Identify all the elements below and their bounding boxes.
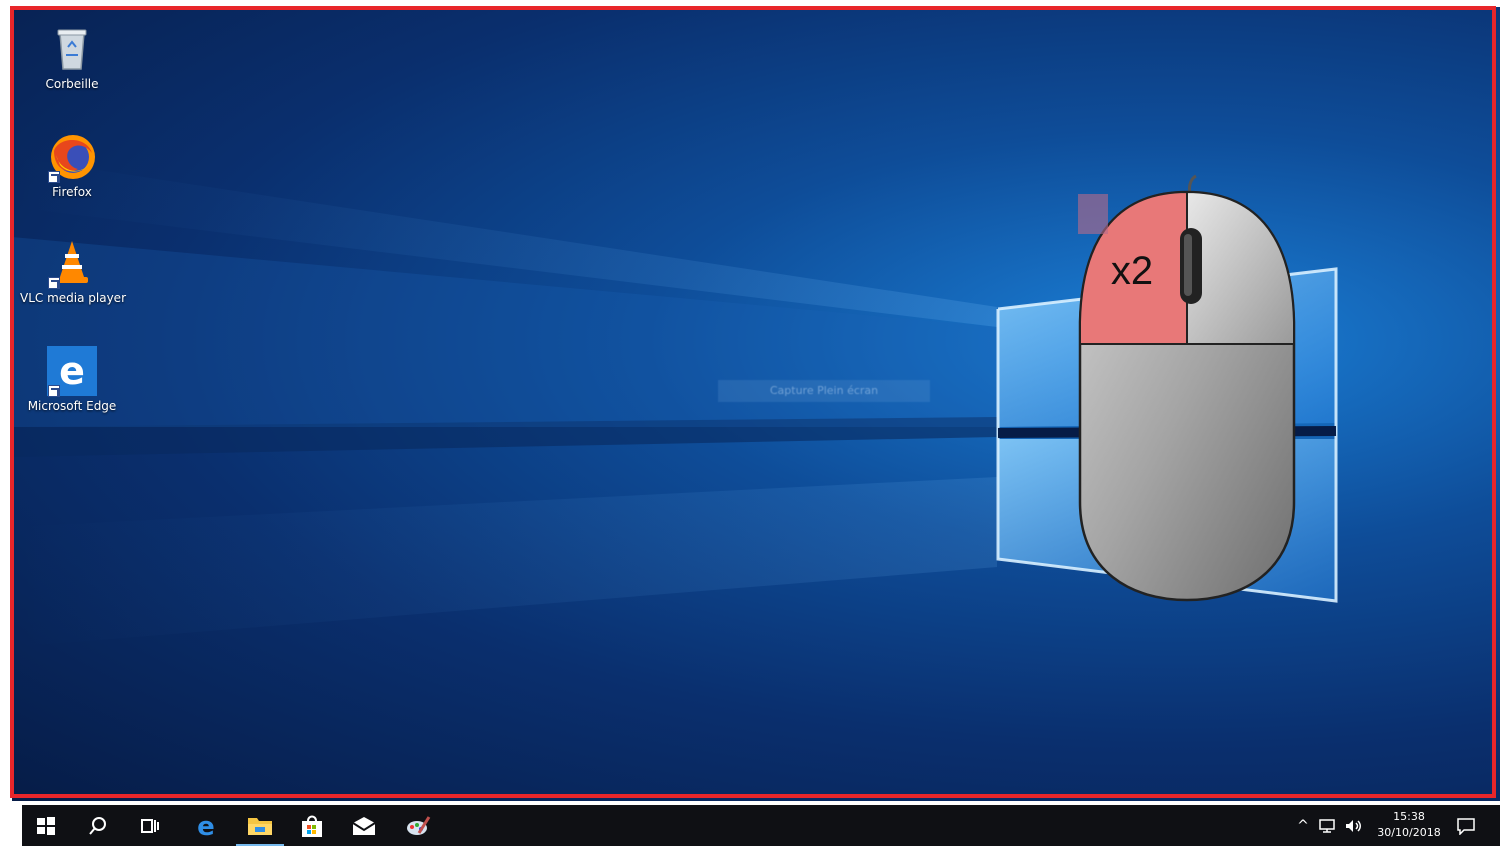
store-icon	[302, 815, 322, 837]
desktop-icon-edge[interactable]: e Microsoft Edge	[20, 345, 124, 413]
edge-icon: e	[46, 345, 98, 397]
double-click-label: x2	[1111, 249, 1153, 293]
desktop-icon-vlc[interactable]: VLC media player	[20, 237, 127, 305]
clock-time: 15:38	[1393, 810, 1425, 823]
start-button[interactable]	[22, 805, 70, 846]
mail-icon	[352, 816, 376, 835]
taskbar-mail-button[interactable]	[340, 805, 388, 846]
desktop-icon-label: Corbeille	[45, 77, 99, 91]
mouse-double-click-illustration: x2	[1078, 174, 1296, 602]
firefox-icon	[46, 131, 98, 183]
highlight-corner	[1078, 194, 1108, 234]
vlc-icon	[46, 237, 98, 289]
taskbar: e ^ 15:38 30/10/2018	[22, 805, 1500, 846]
blurred-caption: Capture Plein écran	[718, 380, 930, 402]
svg-text:e: e	[197, 813, 215, 839]
clock-date: 30/10/2018	[1377, 826, 1441, 839]
task-view-icon	[141, 818, 159, 833]
taskbar-clock[interactable]: 15:38 30/10/2018	[1374, 809, 1444, 841]
tray-show-hidden-icons-button[interactable]: ^	[1294, 818, 1312, 834]
desktop: Capture Plein écran Corbeille Firefox VL…	[12, 7, 1500, 801]
taskbar-store-button[interactable]	[288, 805, 336, 846]
network-icon[interactable]	[1318, 818, 1338, 834]
system-tray: ^	[1294, 805, 1364, 846]
desktop-icon-label: Firefox	[52, 185, 92, 199]
desktop-icon-recycle-bin[interactable]: Corbeille	[20, 23, 124, 91]
taskbar-paint-button[interactable]	[394, 805, 442, 846]
taskbar-edge-button[interactable]: e	[182, 805, 230, 846]
notifications-icon	[1457, 817, 1475, 835]
action-center-button[interactable]	[1442, 805, 1490, 846]
volume-icon[interactable]	[1344, 818, 1364, 834]
windows-start-icon	[37, 816, 55, 835]
recycle-bin-icon	[46, 23, 98, 75]
search-button[interactable]	[74, 805, 122, 846]
taskbar-file-explorer-button[interactable]	[236, 805, 284, 846]
file-explorer-icon	[248, 817, 272, 835]
edge-icon: e	[197, 813, 215, 839]
task-view-button[interactable]	[126, 805, 174, 846]
shortcut-arrow-icon	[48, 171, 60, 183]
desktop-icon-label: VLC media player	[20, 291, 127, 305]
paint-icon	[407, 815, 431, 835]
desktop-icon-firefox[interactable]: Firefox	[20, 131, 124, 199]
search-icon	[89, 816, 106, 835]
svg-text:e: e	[59, 349, 85, 393]
shortcut-arrow-icon	[48, 277, 60, 289]
shortcut-arrow-icon	[48, 385, 60, 397]
desktop-icon-label: Microsoft Edge	[27, 399, 117, 413]
